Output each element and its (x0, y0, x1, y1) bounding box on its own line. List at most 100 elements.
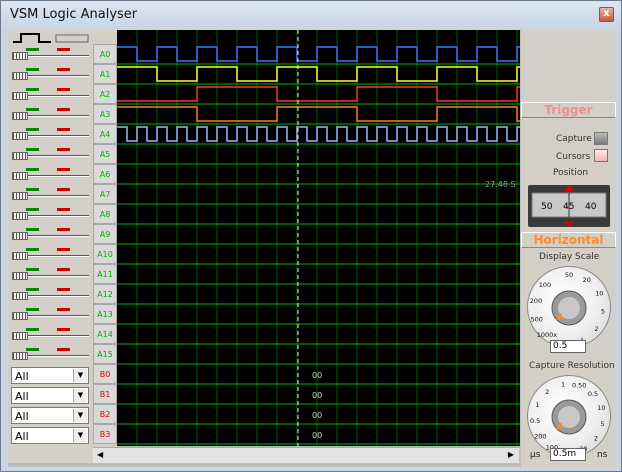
trigger-high-indicator[interactable] (26, 208, 39, 211)
trigger-slider-track (28, 295, 89, 297)
trigger-low-indicator[interactable] (57, 88, 70, 91)
channel-control-row[interactable] (11, 285, 91, 302)
trigger-low-indicator[interactable] (57, 308, 70, 311)
trigger-high-indicator[interactable] (26, 88, 39, 91)
trigger-high-indicator[interactable] (26, 128, 39, 131)
position-knob[interactable]: 50 45 40 (528, 185, 610, 227)
trigger-high-indicator[interactable] (26, 268, 39, 271)
bus-mode-select[interactable]: All ▼ (11, 387, 89, 404)
channel-control-row[interactable] (11, 325, 91, 342)
trigger-low-indicator[interactable] (57, 248, 70, 251)
channel-control-row[interactable] (11, 125, 91, 142)
trigger-high-indicator[interactable] (26, 188, 39, 191)
trigger-low-indicator[interactable] (57, 68, 70, 71)
trigger-low-indicator[interactable] (57, 208, 70, 211)
waveform-display[interactable]: 27.48 S 00 00 00 00 (117, 30, 520, 446)
trigger-high-indicator[interactable] (26, 308, 39, 311)
trigger-slider-handle[interactable] (12, 132, 28, 140)
display-scale-dial[interactable]: 5020105211x1000x500200100 (527, 266, 611, 348)
trigger-high-indicator[interactable] (26, 348, 39, 351)
channel-control-row[interactable] (11, 225, 91, 242)
display-scale-value[interactable]: 0.5 (550, 340, 586, 353)
channel-label-a15: A15 (93, 344, 117, 364)
trigger-slider-handle[interactable] (12, 212, 28, 220)
trigger-slider-track (28, 55, 89, 57)
trigger-low-indicator[interactable] (57, 128, 70, 131)
channel-label-b2: B2 (93, 404, 117, 424)
trigger-mode-icon[interactable] (11, 32, 91, 45)
trigger-slider-handle[interactable] (12, 92, 28, 100)
trigger-high-indicator[interactable] (26, 48, 39, 51)
channel-control-row[interactable] (11, 105, 91, 122)
trigger-slider-handle[interactable] (12, 72, 28, 80)
channel-label-a2: A2 (93, 84, 117, 104)
dial-tick-label: 0.5 (588, 390, 598, 398)
channel-control-row[interactable] (11, 345, 91, 362)
trigger-high-indicator[interactable] (26, 168, 39, 171)
trigger-slider-handle[interactable] (12, 52, 28, 60)
trigger-slider-handle[interactable] (12, 312, 28, 320)
channel-control-row[interactable] (11, 145, 91, 162)
trigger-high-indicator[interactable] (26, 108, 39, 111)
trigger-slider-handle[interactable] (12, 352, 28, 360)
trigger-high-indicator[interactable] (26, 248, 39, 251)
chevron-down-icon[interactable]: ▼ (73, 369, 87, 382)
channel-label-a3: A3 (93, 104, 117, 124)
control-panel: Trigger Capture Cursors Position 50 45 4… (521, 30, 616, 467)
channel-control-row[interactable] (11, 85, 91, 102)
trigger-low-indicator[interactable] (57, 168, 70, 171)
trigger-slider-handle[interactable] (12, 192, 28, 200)
capture-resolution-dial[interactable]: 10.500.5105220501002000.512 (527, 375, 611, 457)
trigger-slider-handle[interactable] (12, 172, 28, 180)
trigger-slider-handle[interactable] (12, 332, 28, 340)
trigger-high-indicator[interactable] (26, 228, 39, 231)
trigger-low-indicator[interactable] (57, 48, 70, 51)
bus-mode-select[interactable]: All ▼ (11, 427, 89, 444)
trigger-high-indicator[interactable] (26, 328, 39, 331)
trigger-slider-handle[interactable] (12, 152, 28, 160)
trigger-high-indicator[interactable] (26, 68, 39, 71)
trigger-slider-track (28, 135, 89, 137)
trigger-slider-handle[interactable] (12, 292, 28, 300)
chevron-down-icon[interactable]: ▼ (73, 429, 87, 442)
channel-control-row[interactable] (11, 45, 91, 62)
bus-mode-select[interactable]: All ▼ (11, 407, 89, 424)
trigger-low-indicator[interactable] (57, 148, 70, 151)
channel-control-row[interactable] (11, 205, 91, 222)
dial-tick-label: 1 (536, 401, 540, 409)
waveform-scrollbar[interactable]: ◀ ▶ (93, 447, 519, 463)
channel-control-row[interactable] (11, 65, 91, 82)
trigger-slider-handle[interactable] (12, 252, 28, 260)
scroll-right-icon[interactable]: ▶ (508, 450, 514, 459)
trigger-low-indicator[interactable] (57, 268, 70, 271)
trigger-slider-handle[interactable] (12, 112, 28, 120)
channel-control-row[interactable] (11, 165, 91, 182)
trigger-low-indicator[interactable] (57, 348, 70, 351)
dial-tick-label: 0.5 (530, 417, 540, 425)
cursors-button[interactable] (594, 149, 608, 162)
capture-resolution-value[interactable]: 0.5m (550, 448, 586, 461)
channel-control-row[interactable] (11, 265, 91, 282)
dial-tick-label: 20 (583, 276, 591, 284)
channel-control-row[interactable] (11, 245, 91, 262)
trigger-slider-handle[interactable] (12, 272, 28, 280)
trigger-high-indicator[interactable] (26, 288, 39, 291)
dial-tick-label: 5 (600, 420, 604, 428)
scroll-left-icon[interactable]: ◀ (97, 450, 103, 459)
trigger-low-indicator[interactable] (57, 108, 70, 111)
trigger-slider-handle[interactable] (12, 232, 28, 240)
dial-tick-label: 200 (530, 297, 542, 305)
close-button[interactable]: x (599, 7, 614, 22)
trigger-low-indicator[interactable] (57, 328, 70, 331)
trigger-low-indicator[interactable] (57, 228, 70, 231)
chevron-down-icon[interactable]: ▼ (73, 409, 87, 422)
capture-button[interactable] (594, 132, 608, 145)
chevron-down-icon[interactable]: ▼ (73, 389, 87, 402)
bus-mode-select[interactable]: All ▼ (11, 367, 89, 384)
channel-control-row[interactable] (11, 305, 91, 322)
trigger-high-indicator[interactable] (26, 148, 39, 151)
trigger-low-indicator[interactable] (57, 288, 70, 291)
trigger-low-indicator[interactable] (57, 188, 70, 191)
trigger-slider-track (28, 175, 89, 177)
channel-control-row[interactable] (11, 185, 91, 202)
